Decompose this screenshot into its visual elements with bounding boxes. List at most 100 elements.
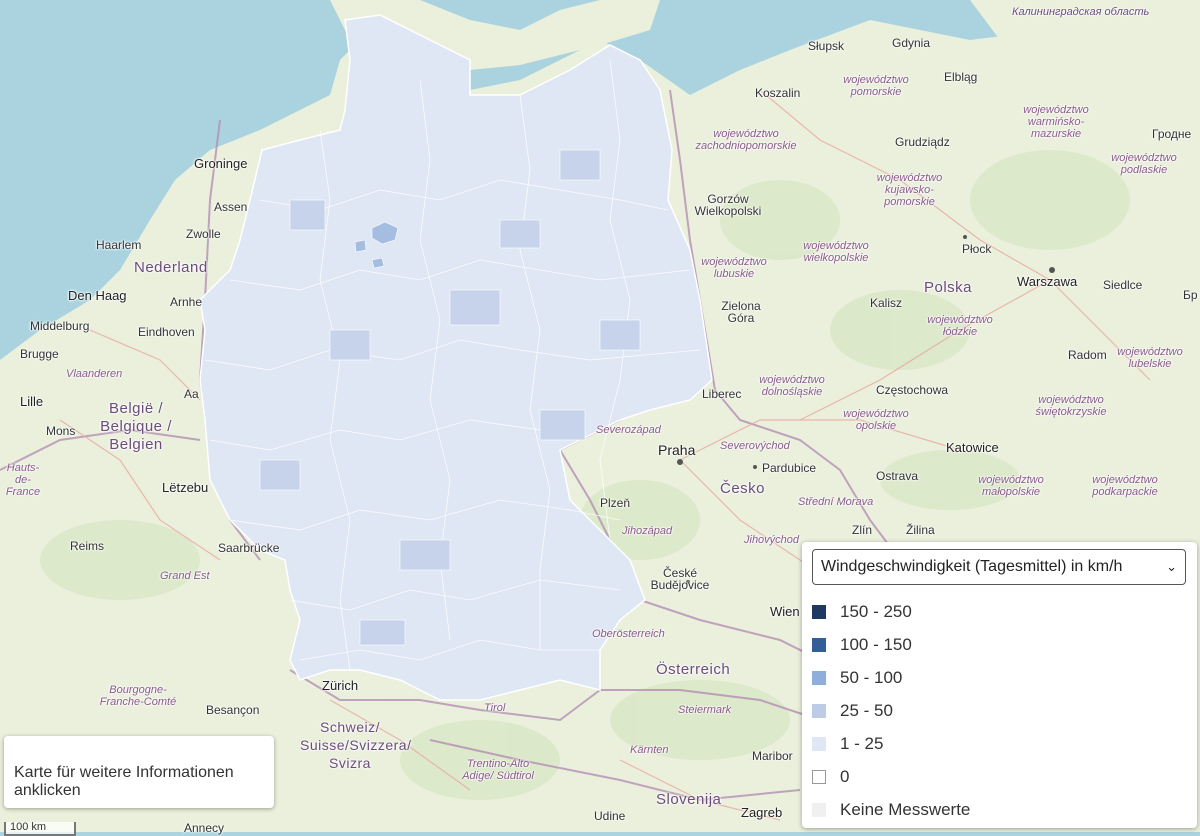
map-label-annecy: Annecy xyxy=(184,821,225,835)
map-label-pomorskie: województwo pomorskie xyxy=(843,74,909,98)
map-label-saarbrucken: Saarbrücke xyxy=(218,541,280,555)
info-text: Karte für weitere Informationen anklicke… xyxy=(14,764,234,799)
map-label-zurich: Zürich xyxy=(322,678,359,693)
metric-select[interactable]: Windgeschwindigkeit (Tagesmittel) in km/… xyxy=(812,549,1186,585)
map-label-dolnoslaskie: województwo dolnośląskie xyxy=(759,374,825,398)
map-label-hautsdefrance: Hauts-de-France xyxy=(5,462,41,498)
map-label-opolskie: województwo opolskie xyxy=(843,408,909,432)
map-label-podkarpackie: województwo podkarpackie xyxy=(1092,474,1158,498)
scale-bar-label: 100 km xyxy=(10,821,47,833)
map-label-czestochowa: Częstochowa xyxy=(876,383,949,397)
map-label-trentino: Trentino-Alto Adige/ Südtirol xyxy=(462,758,534,782)
chevron-down-icon: ⌄ xyxy=(1166,559,1177,574)
map-label-kaliningrad: Калининградская область xyxy=(1012,6,1150,18)
map-label-cesko: Česko xyxy=(720,480,766,497)
map-label-severovychod: Severovýchod xyxy=(720,440,790,452)
legend-label: 1 - 25 xyxy=(840,733,884,753)
map-label-steiermark: Steiermark xyxy=(678,704,732,716)
legend-swatch xyxy=(812,736,826,751)
map-label-ostrava: Ostrava xyxy=(876,469,919,483)
map-label-koszalin: Koszalin xyxy=(755,86,801,100)
map-label-denhaag: Den Haag xyxy=(68,288,127,303)
scale-bar: 100 km xyxy=(4,822,76,836)
map-label-brugge: Brugge xyxy=(20,347,59,361)
legend-entry: 0 xyxy=(812,760,1187,793)
map-label-reims: Reims xyxy=(70,539,105,553)
legend-swatch xyxy=(812,670,826,685)
legend-entries: 150 - 250 100 - 150 50 - 100 25 - 50 1 - 25 0… xyxy=(812,595,1187,826)
legend-swatch xyxy=(812,637,826,652)
map-label-podlaskie: województwo podlaskie xyxy=(1111,152,1177,176)
legend-label: 0 xyxy=(840,766,850,786)
legend-entry: Keine Messwerte xyxy=(812,793,1187,826)
map-label-kalisz: Kalisz xyxy=(870,296,903,310)
map-label-eindhoven: Eindhoven xyxy=(138,325,195,339)
map-label-wielkopolskie: województwo wielkopolskie xyxy=(803,240,869,264)
map-label-br: Бр xyxy=(1183,288,1198,302)
map-label-grudziadz: Grudziądz xyxy=(895,135,950,149)
map-label-ceske: České Budějovice xyxy=(650,566,710,592)
map-label-lubelskie: województwo lubelskie xyxy=(1117,346,1183,370)
legend-swatch xyxy=(812,604,826,619)
legend-entry: 150 - 250 xyxy=(812,595,1187,628)
map-label-belgie: België / Belgique / Belgien xyxy=(100,400,172,453)
map-label-zachodniopomorskie: województwo zachodniopomorskie xyxy=(695,128,797,152)
map-label-siedlce: Siedlce xyxy=(1103,278,1143,292)
map-label-tirol: Tirol xyxy=(484,702,506,714)
legend-swatch xyxy=(812,769,826,784)
map-label-plzen: Plzeň xyxy=(600,496,631,510)
map-label-zwolle: Zwolle xyxy=(186,227,221,241)
map-label-maribor: Maribor xyxy=(752,749,793,763)
map-label-schweiz: Schweiz/ Suisse/Svizzera/ Svizra xyxy=(300,719,412,771)
legend-swatch xyxy=(812,802,826,817)
map-label-grodno: Гродне xyxy=(1152,127,1192,141)
map-label-jihovychod: Jihovýchod xyxy=(744,534,800,546)
map-label-oberosterreich: Oberösterreich xyxy=(592,628,665,640)
map-label-udine: Udine xyxy=(594,809,626,823)
map-label-grandest: Grand Est xyxy=(160,570,210,582)
map-label-slovenija: Slovenija xyxy=(656,791,722,808)
map-label-warminsko: województwo warmińsko-mazurskie xyxy=(1023,104,1089,140)
metric-select-value: Windgeschwindigkeit (Tagesmittel) in km/… xyxy=(821,558,1123,575)
map-label-lille: Lille xyxy=(20,394,44,409)
map-label-polska: Polska xyxy=(924,279,973,296)
legend-entry: 50 - 100 xyxy=(812,661,1187,694)
map-label-zagreb: Zagreb xyxy=(741,805,783,820)
legend-entry: 1 - 25 xyxy=(812,727,1187,760)
map-label-pardubice: Pardubice xyxy=(762,461,817,475)
legend-panel: Windgeschwindigkeit (Tagesmittel) in km/… xyxy=(802,542,1197,828)
info-box: Karte für weitere Informationen anklicke… xyxy=(4,736,274,808)
map-label-haarlem: Haarlem xyxy=(96,238,142,252)
map-label-radom: Radom xyxy=(1068,348,1107,362)
map-label-elblag: Elbląg xyxy=(944,70,978,84)
map-label-malopolskie: województwo małopolskie xyxy=(978,474,1044,498)
map-label-vlaanderen: Vlaanderen xyxy=(66,368,123,380)
map-label-jihozapad: Jihozápad xyxy=(622,525,673,537)
map-label-aar: Aa xyxy=(184,387,199,401)
map-label-lubuskie: województwo lubuskie xyxy=(701,256,767,280)
legend-label: 100 - 150 xyxy=(840,634,912,654)
map-label-besancon: Besançon xyxy=(206,703,260,717)
map-label-zilina: Žilina xyxy=(906,523,935,537)
map-label-karnten: Kärnten xyxy=(630,744,669,756)
legend-label: 150 - 250 xyxy=(840,601,912,621)
map-label-lodzkie: województwo łódzkie xyxy=(927,314,993,338)
map-label-slupsk: Słupsk xyxy=(808,39,845,53)
map-label-groningen: Groninge xyxy=(194,156,248,171)
map-label-warszawa: Warszawa xyxy=(1017,274,1078,289)
map-label-gorzow: Gorzów Wielkopolski xyxy=(694,192,762,218)
map-label-severozapad: Severozápad xyxy=(596,424,661,436)
legend-swatch xyxy=(812,703,826,718)
map-label-gdynia: Gdynia xyxy=(892,36,931,50)
map-label-kujawsko: województwo kujawsko-pomorskie xyxy=(876,172,943,208)
map-label-zielona: Zielona Góra xyxy=(721,299,761,325)
legend-entry: 100 - 150 xyxy=(812,628,1187,661)
map-label-strednimorava: Střední Morava xyxy=(798,496,874,508)
map-label-liberec: Liberec xyxy=(702,387,742,401)
map-label-arnhem: Arnhe xyxy=(170,295,203,309)
map-label-osterreich: Österreich xyxy=(656,661,731,678)
map-label-plock: Płock xyxy=(962,242,992,256)
map-label-swietokrzyskie: województwo świętokrzyskie xyxy=(1035,394,1107,418)
legend-label: Keine Messwerte xyxy=(840,799,971,819)
map-label-zlin: Zlín xyxy=(852,523,873,537)
